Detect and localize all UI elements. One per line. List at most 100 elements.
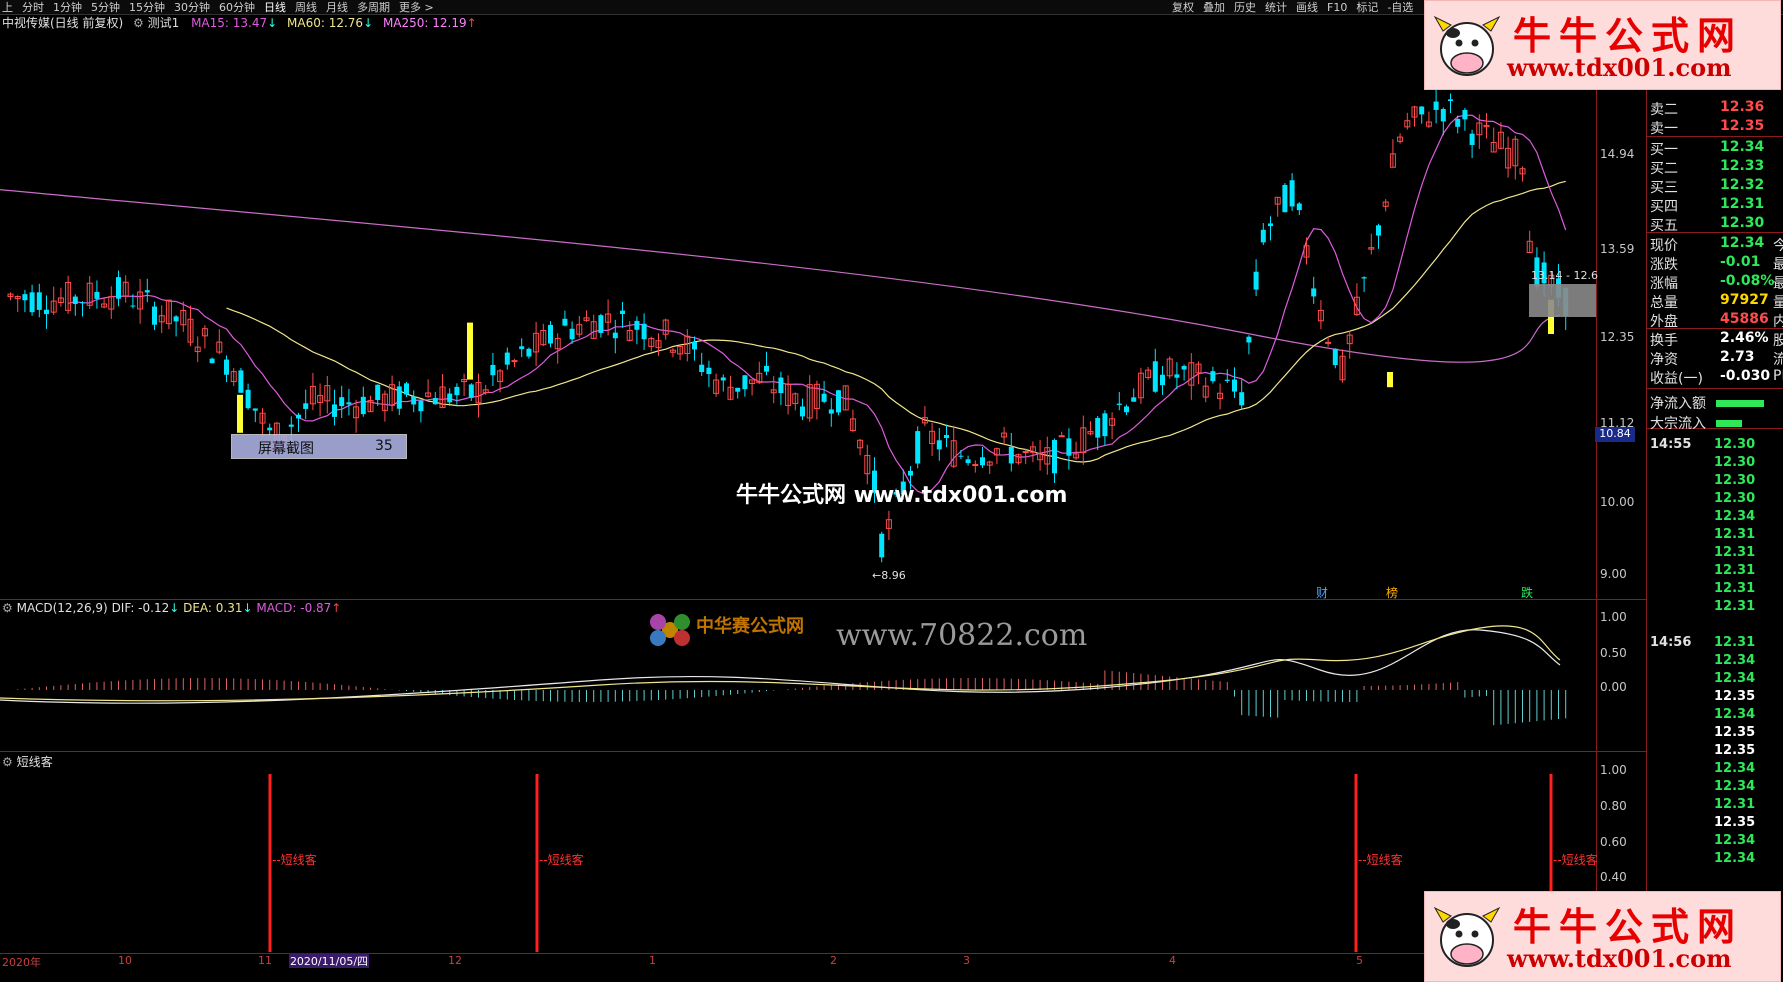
range-box [1529,284,1596,317]
flower-logo-icon [650,614,690,646]
period-tab[interactable]: 15分钟 [129,1,165,14]
settings-gear-icon[interactable]: ⚙ [133,16,144,30]
time-axis-year: 2020年 [2,956,41,969]
candle-body [303,403,309,409]
period-tab[interactable]: 分时 [22,1,44,14]
chart-tool-button[interactable]: 画线 [1296,1,1318,14]
orderbook-row[interactable]: 买二 12.33 [1650,158,1783,177]
orderbook-row[interactable]: 收益(一) -0.030PI [1650,368,1783,387]
chart-tool-button[interactable]: 叠加 [1203,1,1225,14]
orderbook-row[interactable]: 买四 12.31 [1650,196,1783,215]
screenshot-tooltip-label: 屏幕截图 [258,441,314,457]
period-tab[interactable]: 上 [2,1,13,14]
orderbook-row[interactable]: 买五 12.30 [1650,215,1783,234]
candle-body [375,384,381,400]
cursor-date: 2020/11/05/四 [289,953,369,968]
candle-body [490,364,496,376]
candle-body [1052,439,1057,474]
tick-value: 12.34 [1714,779,1756,794]
time-axis-month: 1 [649,954,656,967]
chart-tool-button[interactable]: 统计 [1265,1,1287,14]
orderbook-value: 12.30 [1720,215,1765,231]
chart-tool-button[interactable]: -自选 [1387,1,1413,14]
candle-body [44,309,49,315]
orderbook-row[interactable]: 净资 2.73 流 [1650,349,1783,368]
candle-body [36,292,42,310]
price-axis-label: 13.59 [1600,242,1635,256]
orderbook-extra: 最 [1773,257,1783,273]
candle-body [1246,336,1252,343]
period-tab[interactable]: 30分钟 [174,1,210,14]
tick-value: 12.34 [1714,761,1756,776]
left-arrow-icon: ← [872,569,882,582]
tick-value: 12.31 [1714,599,1756,614]
screenshot-tooltip[interactable]: 屏幕截图 35 [231,434,407,459]
orderbook-row[interactable]: 买一 12.34 [1650,139,1783,158]
fund-flow-bar [1716,420,1742,427]
candle-body [130,305,136,307]
chart-tool-button[interactable]: F10 [1327,1,1347,14]
candle-body [432,398,438,405]
indicator-chart[interactable] [0,752,1596,954]
cow-mascot-icon [1433,15,1501,76]
tick-value: 12.31 [1714,563,1756,578]
candle-body [1160,374,1165,386]
event-marker-drop[interactable]: 跌 [1521,584,1533,601]
candle-body [173,316,179,322]
period-tab[interactable]: 月线 [326,1,348,14]
candle-body [980,457,985,466]
candle-body [296,414,301,419]
event-marker-finance[interactable]: 财 [1316,584,1328,601]
tick-value: 12.31 [1714,797,1756,812]
ma15-value: MA15: 13.47 [191,16,268,30]
chart-tool-button[interactable]: 历史 [1234,1,1256,14]
orderbook-label: 涨幅 [1650,276,1678,292]
orderbook-row[interactable]: 总量 97927 量 [1650,292,1783,311]
orderbook-extra: 最 [1773,276,1783,292]
candle-body [598,315,604,333]
period-tab[interactable]: 周线 [295,1,317,14]
candle-body [72,296,78,304]
orderbook-row[interactable]: 涨幅 -0.08% 最 [1650,273,1783,292]
candle-body [562,318,568,326]
candle-body [1325,341,1332,344]
period-tab[interactable]: 多周期 [357,1,390,14]
orderbook-row[interactable]: 涨跌 -0.01 最 [1650,254,1783,273]
candle-body [332,404,337,417]
event-marker-list[interactable]: 榜 [1386,584,1398,601]
period-tab[interactable]: 更多 > [399,1,434,14]
candle-body [706,367,712,375]
orderbook-label: 收益(一) [1650,371,1703,387]
orderbook-row[interactable]: 外盘 45886 内 [1650,311,1783,330]
low-price-label: ←8.96 [872,569,906,582]
period-tab[interactable]: 5分钟 [91,1,120,14]
orderbook-row[interactable]: 现价 12.34 今 [1650,235,1783,254]
formula-name[interactable]: 测试1 [148,16,180,30]
orderbook-label: 卖一 [1650,121,1678,137]
candle-body [1232,379,1237,392]
orderbook-row[interactable]: 换手 2.46% 股 [1650,330,1783,349]
chart-tool-button[interactable]: 标记 [1356,1,1378,14]
highlight-candle [467,322,473,380]
period-tab[interactable]: 日线 [264,1,286,14]
orderbook-row[interactable]: 买三 12.32 [1650,177,1783,196]
brand-logo-title: 牛牛公式网 [1513,13,1744,58]
time-axis-month: 4 [1169,954,1176,967]
candle-body [29,292,35,313]
ma60-line [226,180,1566,463]
period-tab[interactable]: 60分钟 [219,1,255,14]
candle-body [1282,184,1288,213]
candle-body [1152,361,1158,392]
period-tab[interactable]: 1分钟 [53,1,82,14]
orderbook-row[interactable]: 卖一 12.35 [1650,118,1783,137]
orderbook-value: -0.030 [1720,368,1771,384]
candle-body [1066,438,1072,456]
orderbook-row[interactable]: 卖二 12.36 [1650,99,1783,118]
tick-value: 12.31 [1714,545,1756,560]
chart-tool-button[interactable]: 复权 [1172,1,1194,14]
candle-body [1239,392,1245,406]
up-arrow-icon: ↑ [466,16,477,30]
candle-body [800,406,805,417]
candlestick-chart[interactable] [0,30,1596,600]
chart-right-border [1596,14,1597,954]
